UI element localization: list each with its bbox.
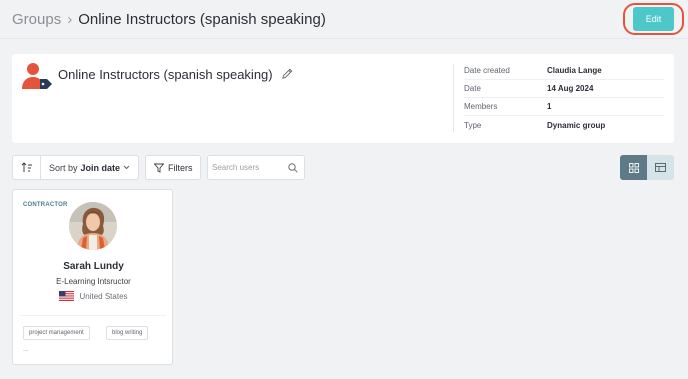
sort-direction-icon [21, 162, 32, 172]
sort-direction-button[interactable] [12, 155, 41, 180]
meta-key: Date [464, 84, 481, 93]
meta-value: 14 Aug 2024 [547, 84, 594, 93]
card-divider [21, 315, 166, 316]
skill-tag: project management [23, 326, 90, 340]
search-icon[interactable] [288, 163, 298, 173]
chevron-down-icon [123, 165, 130, 170]
group-info-card: Online Instructors (spanish speaking) Da… [12, 54, 674, 143]
filter-icon [154, 163, 164, 173]
meta-key: Members [464, 102, 498, 111]
role-badge: CONTRACTOR [23, 202, 68, 208]
meta-key: Date created [464, 66, 510, 75]
skill-tag: blog writing [106, 326, 149, 340]
us-flag-icon [59, 291, 75, 301]
breadcrumb: Groups › Online Instructors (spanish spe… [0, 0, 688, 38]
header-divider [0, 38, 688, 39]
member-country-label: United States [79, 291, 128, 301]
edit-button[interactable]: Edit [633, 7, 674, 31]
sort-by-dropdown[interactable]: Sort by Join date [41, 155, 139, 180]
filters-label: Filters [168, 162, 193, 173]
search-box [207, 155, 305, 180]
group-name: Online Instructors (spanish speaking) [58, 67, 273, 82]
meta-row-type: Type Dynamic group [464, 116, 664, 134]
table-view-icon [655, 163, 666, 172]
sort-by-value: Join date [80, 162, 121, 173]
table-view-toggle[interactable] [647, 155, 674, 180]
meta-key: Type [464, 120, 482, 130]
meta-row-members: Members 1 [464, 98, 664, 116]
meta-row-date: Date 14 Aug 2024 [464, 80, 664, 98]
grid-view-icon [628, 162, 639, 173]
member-country: United States [13, 291, 174, 301]
user-tag-icon [22, 63, 52, 89]
avatar [69, 202, 117, 250]
member-card[interactable]: CONTRACTOR Sarah Lundy E-Learning Intsru… [12, 189, 173, 365]
member-name: Sarah Lundy [63, 261, 124, 272]
breadcrumb-separator: › [67, 10, 73, 28]
meta-value: Dynamic group [547, 120, 606, 130]
group-meta: Date created Claudia Lange Date 14 Aug 2… [464, 62, 664, 134]
grid-view-toggle[interactable] [620, 155, 647, 180]
search-input[interactable] [212, 163, 288, 172]
sort-by-label: Sort by [49, 162, 78, 173]
breadcrumb-groups-link[interactable]: Groups [12, 11, 61, 28]
meta-value: 1 [547, 102, 552, 111]
edit-highlight-ring: Edit [623, 3, 684, 35]
filters-button[interactable]: Filters [145, 155, 201, 180]
card-divider [453, 64, 454, 132]
pencil-icon[interactable] [282, 68, 293, 79]
meta-value: Claudia Lange [547, 66, 602, 75]
member-title: E-Learning Intsructor [56, 277, 131, 286]
meta-row-date-created: Date created Claudia Lange [464, 62, 664, 80]
page-title: Online Instructors (spanish speaking) [78, 10, 326, 28]
more-tags-indicator[interactable]: ... [23, 346, 29, 353]
